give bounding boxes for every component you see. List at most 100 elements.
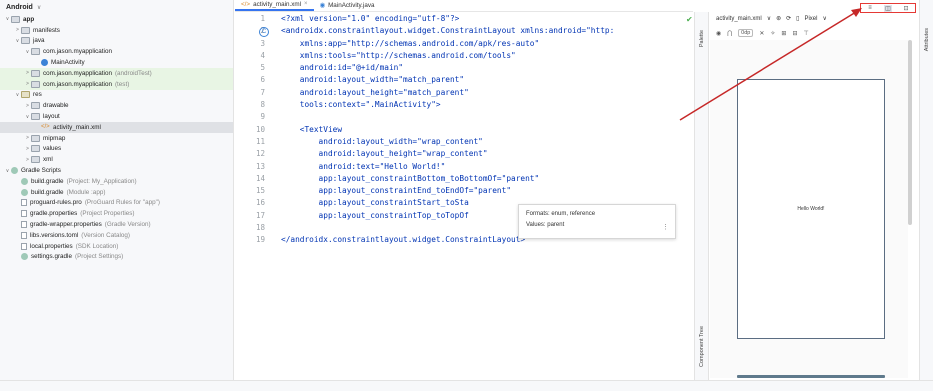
folder-icon <box>31 113 40 121</box>
line-number: 7 <box>260 87 265 97</box>
chevron-down-icon[interactable]: ∨ <box>822 15 826 22</box>
tree-item[interactable]: </> activity_main.xml <box>0 121 233 133</box>
code-line[interactable]: android:layout_height="match_parent" <box>281 87 693 99</box>
tree-item[interactable]: build.gradle (Module :app) <box>0 187 233 198</box>
chevron-right-icon[interactable]: > <box>24 81 31 87</box>
device-selector[interactable]: Pixel <box>804 16 817 22</box>
magnet-icon[interactable]: ⋂ <box>727 30 732 37</box>
default-margin-selector[interactable]: 0dp <box>738 29 754 37</box>
tree-item[interactable]: settings.gradle (Project Settings) <box>0 252 233 263</box>
line-number: 3 <box>260 38 265 48</box>
file-icon <box>21 210 27 218</box>
tree-item-label: activity_main.xml <box>53 123 101 131</box>
code-editor[interactable]: <?xml version="1.0" encoding="utf-8"?> <a… <box>281 13 693 380</box>
tree-item-label: proguard-rules.pro <box>30 199 82 207</box>
folder-icon <box>31 145 40 153</box>
more-options-icon[interactable]: ⋮ <box>662 223 669 231</box>
tree-item[interactable]: ∨ res <box>0 90 233 101</box>
code-line[interactable]: android:layout_width="wrap_content" <box>281 136 693 148</box>
tree-item[interactable]: ∨ java <box>0 36 233 47</box>
code-line[interactable]: android:layout_height="wrap_content" <box>281 148 693 160</box>
line-number: 14 <box>255 173 265 183</box>
tree-item[interactable]: ∨ layout <box>0 111 233 122</box>
code-line[interactable]: xmlns:app="http://schemas.android.com/ap… <box>281 38 693 50</box>
horizontal-scrollbar[interactable] <box>737 375 885 378</box>
design-view-icon[interactable]: ⊡ <box>902 5 910 12</box>
chevron-down-icon[interactable]: ∨ <box>767 15 771 22</box>
folder-icon <box>31 102 40 110</box>
folder-icon <box>11 15 20 23</box>
tree-item[interactable]: build.gradle (Project: My_Application) <box>0 176 233 187</box>
tree-item[interactable]: local.properties (SDK Location) <box>0 241 233 252</box>
code-line[interactable]: android:layout_width="match_parent" <box>281 74 693 86</box>
code-line[interactable]: <androidx.constraintlayout.widget.Constr… <box>281 25 693 37</box>
tree-item[interactable]: > values <box>0 144 233 155</box>
clear-constraints-icon[interactable]: ✕ <box>759 30 764 37</box>
class-gutter-icon[interactable]: C <box>259 27 269 37</box>
tree-item[interactable]: MainActivity <box>0 57 233 68</box>
chevron-right-icon[interactable]: > <box>24 146 31 152</box>
palette-toggle[interactable]: Palette <box>699 30 705 47</box>
project-view-selector[interactable]: Android ∨ <box>0 0 233 14</box>
eye-icon[interactable]: ◉ <box>716 30 721 37</box>
component-tree-toggle[interactable]: Component Tree <box>699 326 705 367</box>
code-line[interactable]: tools:context=".MainActivity"> <box>281 99 693 111</box>
tree-item[interactable]: > mipmap <box>0 133 233 144</box>
infer-constraints-icon[interactable]: ✧ <box>770 30 775 37</box>
chevron-down-icon[interactable]: ∨ <box>4 168 11 174</box>
tab-activity-main-xml[interactable]: </> activity_main.xml × <box>235 0 314 11</box>
code-view-icon[interactable]: ≡ <box>866 5 874 12</box>
tree-item[interactable]: proguard-rules.pro (ProGuard Rules for "a… <box>0 198 233 209</box>
code-line[interactable]: <?xml version="1.0" encoding="utf-8"?> <box>281 13 693 25</box>
tree-item[interactable]: ∨ com.jason.myapplication <box>0 46 233 57</box>
tab-main-activity-java[interactable]: ◉ MainActivity.java <box>314 0 381 11</box>
close-icon[interactable]: × <box>304 1 308 7</box>
project-panel: Android ∨ ∨ app > manifests ∨ java ∨ com.jason.… <box>0 0 234 380</box>
chevron-right-icon[interactable]: > <box>24 103 31 109</box>
guidelines-icon[interactable]: ⊤ <box>803 30 808 37</box>
line-number: 18 <box>255 223 265 233</box>
split-view-icon[interactable]: ◫ <box>884 4 892 12</box>
device-icon[interactable]: ▯ <box>796 15 799 22</box>
orientation-icon[interactable]: ⟳ <box>786 15 791 22</box>
pack-icon[interactable]: ⊞ <box>781 30 786 37</box>
chevron-right-icon[interactable]: > <box>24 157 31 163</box>
preview-textview[interactable]: Hello World! <box>738 206 884 212</box>
tree-item[interactable]: libs.versions.toml (Version Catalog) <box>0 230 233 241</box>
tree-item[interactable]: ∨ app <box>0 14 233 25</box>
file-selector[interactable]: activity_main.xml <box>716 16 762 22</box>
tooltip-formats: Formats: enum, reference <box>526 211 596 217</box>
chevron-down-icon[interactable]: ∨ <box>24 49 31 55</box>
tree-item[interactable]: > manifests <box>0 25 233 36</box>
chevron-down-icon[interactable]: ∨ <box>14 38 21 44</box>
chevron-down-icon[interactable]: ∨ <box>14 92 21 98</box>
vertical-scrollbar[interactable] <box>908 40 912 225</box>
code-line[interactable]: android:text="Hello World!" <box>281 161 693 173</box>
xml-file-icon: </> <box>41 124 50 131</box>
tree-item[interactable]: > com.jason.myapplication (test) <box>0 78 233 90</box>
file-icon <box>21 221 27 229</box>
tree-item[interactable]: > xml <box>0 154 233 165</box>
code-line[interactable]: app:layout_constraintEnd_toEndOf="parent… <box>281 185 693 197</box>
tree-item[interactable]: gradle-wrapper.properties (Gradle Version… <box>0 219 233 230</box>
no-problems-check-icon[interactable]: ✔ <box>686 15 693 24</box>
tree-item[interactable]: > com.jason.myapplication (androidTest) <box>0 67 233 79</box>
attributes-toggle[interactable]: Attributes <box>924 28 930 51</box>
code-line[interactable]: android:id="@+id/main" <box>281 62 693 74</box>
chevron-down-icon[interactable]: ∨ <box>4 16 11 22</box>
tree-item[interactable]: ∨ Gradle Scripts <box>0 165 233 176</box>
tree-item[interactable]: gradle.properties (Project Properties) <box>0 208 233 219</box>
code-line[interactable]: xmlns:tools="http://schemas.android.com/… <box>281 50 693 62</box>
code-line[interactable]: <TextView <box>281 124 693 136</box>
chevron-right-icon[interactable]: > <box>14 27 21 33</box>
chevron-down-icon[interactable]: ∨ <box>24 114 31 120</box>
chevron-right-icon[interactable]: > <box>24 135 31 141</box>
tree-item[interactable]: > drawable <box>0 100 233 111</box>
layers-icon[interactable]: ⊛ <box>776 15 781 22</box>
chevron-right-icon[interactable]: > <box>24 70 31 76</box>
code-line[interactable] <box>281 111 693 123</box>
device-preview[interactable]: Hello World! <box>737 79 885 339</box>
xml-icon: </> <box>241 0 251 8</box>
code-line[interactable]: app:layout_constraintBottom_toBottomOf="… <box>281 173 693 185</box>
align-icon[interactable]: ⊟ <box>792 30 797 37</box>
